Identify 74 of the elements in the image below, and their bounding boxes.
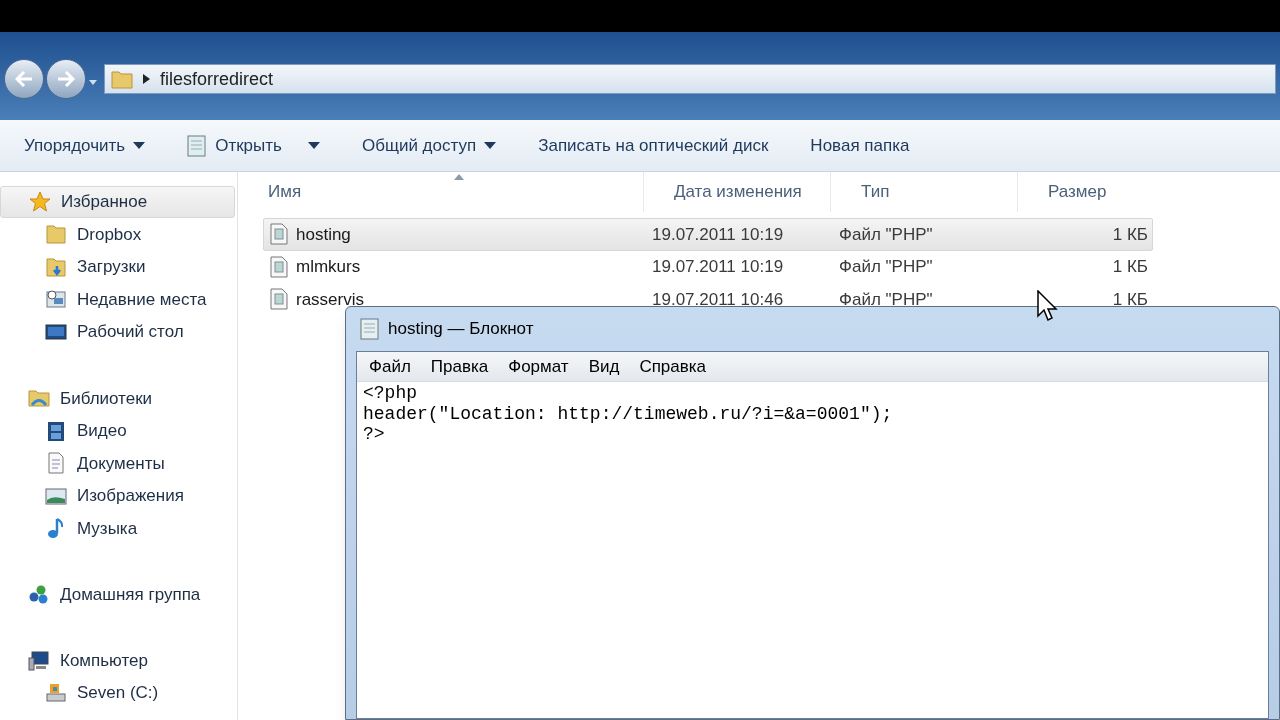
sidebar-item[interactable]: Документы xyxy=(0,446,237,480)
sort-arrow-icon xyxy=(454,174,464,180)
sidebar-item[interactable]: Загрузки xyxy=(0,250,237,284)
menu-item[interactable]: Вид xyxy=(578,353,630,380)
type-cell-text: Файл "PHP" xyxy=(838,256,934,278)
homegroup-icon xyxy=(28,583,50,606)
folder-icon xyxy=(45,223,67,246)
size-cell-text: 1 КБ xyxy=(1112,223,1149,246)
document-icon xyxy=(45,452,67,475)
file-icon xyxy=(270,255,288,278)
breadcrumb-arrow-icon[interactable] xyxy=(143,74,150,84)
code-line: ?> xyxy=(363,424,385,445)
type-cell-text: Файл "PHP" xyxy=(838,223,934,246)
sidebar-item[interactable]: Недавние места xyxy=(0,283,237,316)
address-bar[interactable]: filesforredirect xyxy=(104,64,1276,94)
toolbar-button[interactable]: Общий доступ xyxy=(351,127,507,164)
sidebar-item[interactable]: Dropbox xyxy=(0,218,237,251)
column-header[interactable]: Тип xyxy=(830,172,1017,212)
library-icon xyxy=(28,387,50,410)
mouse-cursor-icon xyxy=(1037,290,1059,322)
file-icon xyxy=(270,288,288,311)
folder-icon xyxy=(111,69,133,89)
sidebar-group[interactable]: Домашняя группа xyxy=(0,578,237,611)
forward-button[interactable] xyxy=(46,59,86,99)
sidebar-group[interactable]: Компьютер xyxy=(0,644,237,677)
code-line: header("Location: http://timeweb.ru/?i=&a=0001"); xyxy=(363,403,893,424)
back-button[interactable] xyxy=(4,59,44,99)
code-line: <?php xyxy=(363,383,417,404)
file-row[interactable]: mlmkurs 19.07.2011 10:19 Файл "PHP" 1 КБ xyxy=(263,250,1153,283)
size-cell-text: 1 КБ xyxy=(1112,256,1149,278)
size-cell-text: 1 КБ xyxy=(1112,288,1149,311)
toolbar-button[interactable]: Открыть xyxy=(177,127,330,164)
file-icon xyxy=(270,223,288,246)
toolbar-button[interactable]: Новая папка xyxy=(800,127,920,164)
drive-icon xyxy=(45,682,67,705)
menu-item[interactable]: Справка xyxy=(629,353,717,380)
menu-item[interactable]: Правка xyxy=(420,353,499,380)
file-name: rasservis xyxy=(296,288,364,311)
column-header[interactable]: Имя xyxy=(238,172,643,212)
notepad-icon xyxy=(187,134,208,157)
date-cell-text: 19.07.2011 10:46 xyxy=(651,288,785,311)
back-arrow-icon xyxy=(15,71,33,87)
file-name: hosting xyxy=(296,223,351,246)
menu-item[interactable]: Файл xyxy=(359,353,421,380)
recent-places-icon xyxy=(45,288,67,311)
column-header[interactable]: Дата изменения xyxy=(643,172,830,212)
notepad-icon xyxy=(360,318,380,340)
sidebar-item[interactable]: Рабочий стол xyxy=(0,315,237,349)
forward-arrow-icon xyxy=(57,71,75,87)
caret-icon xyxy=(307,142,320,149)
date-cell-text: 19.07.2011 10:19 xyxy=(651,256,785,278)
sidebar-item[interactable]: Изображения xyxy=(0,479,237,513)
file-row[interactable]: hosting 19.07.2011 10:19 Файл "PHP" 1 КБ xyxy=(263,218,1153,251)
film-icon xyxy=(45,419,67,442)
toolbar-button[interactable]: Записать на оптический диск xyxy=(528,127,779,164)
sidebar-item[interactable]: Видео xyxy=(0,414,237,447)
address-path[interactable]: filesforredirect xyxy=(160,65,274,93)
caret-icon xyxy=(484,142,497,149)
menu-item[interactable]: Формат xyxy=(498,353,579,380)
sidebar-group[interactable]: Библиотеки xyxy=(0,382,237,415)
caret-icon[interactable] xyxy=(88,80,98,86)
date-cell-text: 19.07.2011 10:19 xyxy=(651,223,785,246)
sidebar-item[interactable]: Seven (C:) xyxy=(0,676,237,710)
download-folder-icon xyxy=(45,255,67,278)
sidebar-item[interactable]: Музыка xyxy=(0,512,237,545)
window-title: hosting — Блокнот xyxy=(388,318,534,341)
toolbar-button[interactable]: Упорядочить xyxy=(14,127,156,164)
computer-icon xyxy=(28,649,50,672)
caret-icon xyxy=(133,142,146,149)
star-icon xyxy=(29,191,51,213)
column-header[interactable]: Размер xyxy=(1017,172,1135,212)
sidebar-group[interactable]: Избранное xyxy=(0,186,235,218)
type-cell-text: Файл "PHP" xyxy=(838,288,934,311)
file-name: mlmkurs xyxy=(296,256,361,278)
